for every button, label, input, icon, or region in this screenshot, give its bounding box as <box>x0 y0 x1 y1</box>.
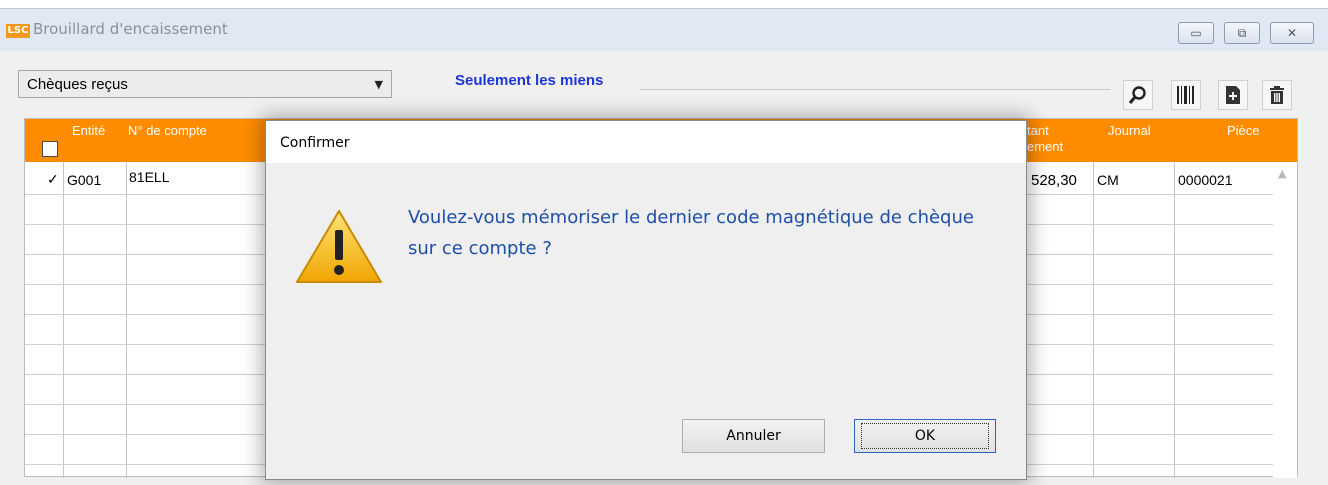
delete-button[interactable] <box>1262 80 1292 110</box>
search-icon <box>1128 86 1146 104</box>
column-divider <box>1174 162 1175 478</box>
barcode-icon <box>1177 86 1194 104</box>
header-entite[interactable]: Entité <box>72 123 105 139</box>
column-divider <box>63 162 64 478</box>
header-montant-line1: tant <box>1027 123 1049 138</box>
ok-button-label: OK <box>861 423 989 449</box>
search-button[interactable] <box>1123 80 1153 110</box>
dialog-title-bar[interactable]: Confirmer <box>266 121 1026 163</box>
dialog-message: Voulez-vous mémoriser le dernier code ma… <box>408 207 974 259</box>
select-all-checkbox[interactable] <box>42 141 58 157</box>
window-title: Brouillard d'encaissement <box>33 20 228 38</box>
payment-type-select[interactable]: Chèques reçus ▼ <box>18 70 392 98</box>
chevron-down-icon[interactable]: ▼ <box>375 78 383 91</box>
app-logo: LSC <box>6 24 30 38</box>
delete-icon <box>1270 86 1284 104</box>
cell-compte: 81ELL <box>129 169 170 185</box>
vertical-scrollbar[interactable]: ▲ <box>1273 162 1297 478</box>
separator-line <box>640 89 1110 90</box>
only-mine-link[interactable]: Seulement les miens <box>455 72 603 89</box>
cell-entite: G001 <box>67 172 102 188</box>
header-journal[interactable]: Journal <box>1108 123 1151 139</box>
close-button[interactable]: ✕ <box>1270 22 1314 44</box>
header-montant[interactable]: tant ement <box>1027 123 1063 155</box>
header-piece[interactable]: Pièce <box>1227 123 1260 139</box>
scroll-up-icon[interactable]: ▲ <box>1278 167 1286 180</box>
header-montant-line2: ement <box>1027 139 1064 154</box>
barcode-button[interactable] <box>1171 80 1201 110</box>
payment-type-value: Chèques reçus <box>27 76 128 93</box>
maximize-button[interactable]: ⧉ <box>1224 22 1260 44</box>
cell-montant: 528,30 <box>1031 172 1077 189</box>
add-document-icon <box>1226 86 1240 104</box>
cell-journal: CM <box>1097 172 1119 188</box>
confirm-dialog[interactable]: Confirmer Voulez-vous mémoriser le derni… <box>265 120 1027 480</box>
column-divider <box>126 162 127 478</box>
minimize-button[interactable]: ▭ <box>1178 22 1214 44</box>
cancel-button[interactable]: Annuler <box>682 419 825 453</box>
warning-icon <box>296 210 382 283</box>
row-check[interactable]: ✓ <box>47 171 59 188</box>
dialog-title: Confirmer <box>280 135 350 151</box>
cell-piece: 0000021 <box>1178 172 1233 188</box>
header-compte[interactable]: N° de compte <box>128 123 207 139</box>
ok-button[interactable]: OK <box>854 419 996 453</box>
add-document-button[interactable] <box>1218 80 1248 110</box>
column-divider <box>1093 162 1094 478</box>
title-bar[interactable]: LSC Brouillard d'encaissement ▭ ⧉ ✕ <box>0 9 1328 51</box>
